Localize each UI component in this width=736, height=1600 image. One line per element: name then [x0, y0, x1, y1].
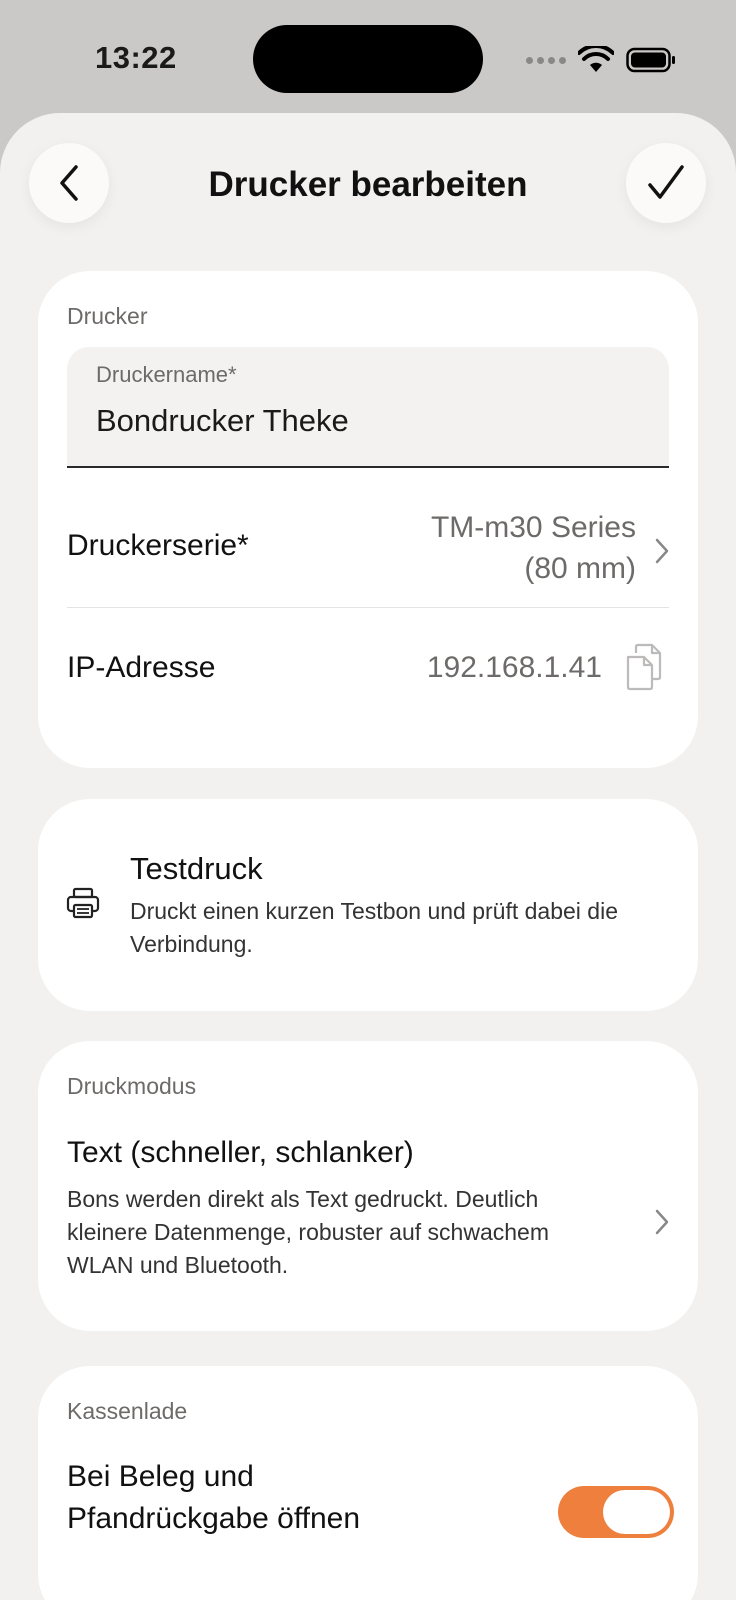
battery-icon — [626, 47, 675, 73]
print-mode-description: Bons werden direkt als Text gedruckt. De… — [67, 1186, 549, 1278]
print-mode-title: Text (schneller, schlanker) — [67, 1136, 414, 1169]
cash-drawer-option-line2: Pfandrückgabe öffnen — [67, 1502, 361, 1535]
printer-name-field[interactable]: Druckername* — [67, 347, 669, 468]
toggle-knob — [603, 1490, 670, 1534]
copy-icon[interactable] — [624, 643, 664, 691]
test-print-description: Druckt einen kurzen Testbon und prüft da… — [130, 898, 618, 957]
test-print-title: Testdruck — [130, 851, 263, 886]
confirm-button[interactable] — [626, 143, 706, 223]
printer-series-label[interactable]: Druckerserie* — [67, 529, 249, 563]
wifi-icon — [578, 46, 614, 72]
checkmark-icon — [648, 165, 684, 199]
cash-drawer-card: Kassenlade Bei Beleg und Pfandrückgabe ö… — [38, 1366, 698, 1600]
cash-drawer-toggle[interactable] — [558, 1486, 674, 1538]
edit-printer-sheet: Drucker bearbeiten Drucker Druckername* … — [0, 113, 736, 1600]
test-print-card: Testdruck Druckt einen kurzen Testbon un… — [38, 799, 698, 1011]
printer-icon — [66, 887, 100, 919]
section-label-cash-drawer: Kassenlade — [67, 1398, 188, 1424]
section-label-print-mode: Druckmodus — [67, 1073, 197, 1099]
divider — [67, 607, 669, 608]
cash-drawer-option-line1: Bei Beleg und — [67, 1460, 254, 1493]
status-bar: 13:22 — [0, 0, 736, 115]
print-mode-card: Druckmodus Text (schneller, schlanker) B… — [38, 1041, 698, 1331]
printer-series-value-line1: TM-m30 Series — [430, 511, 636, 544]
printer-name-input[interactable] — [96, 403, 656, 439]
printer-series-value-line2: (80 mm) — [524, 552, 636, 585]
dynamic-island — [253, 25, 483, 93]
signal-icon — [526, 56, 566, 64]
status-time: 13:22 — [95, 40, 177, 75]
printer-card: Drucker Druckername* Druckerserie* TM-m3… — [38, 271, 698, 768]
chevron-right-icon — [655, 1209, 669, 1235]
print-mode-selector[interactable]: Text (schneller, schlanker) Bons werden … — [38, 1111, 698, 1311]
status-icons — [526, 44, 676, 76]
ip-address-value: 192.168.1.41 — [426, 651, 602, 684]
chevron-right-icon[interactable] — [654, 537, 670, 565]
printer-name-label: Druckername* — [96, 362, 237, 387]
test-print-button[interactable]: Testdruck Druckt einen kurzen Testbon un… — [38, 799, 698, 1011]
cash-drawer-option-label: Bei Beleg und Pfandrückgabe öffnen — [67, 1456, 507, 1540]
ip-address-label: IP-Adresse — [67, 651, 216, 684]
printer-series-value[interactable]: TM-m30 Series (80 mm) — [431, 507, 636, 589]
section-label-printer: Drucker — [67, 303, 148, 329]
